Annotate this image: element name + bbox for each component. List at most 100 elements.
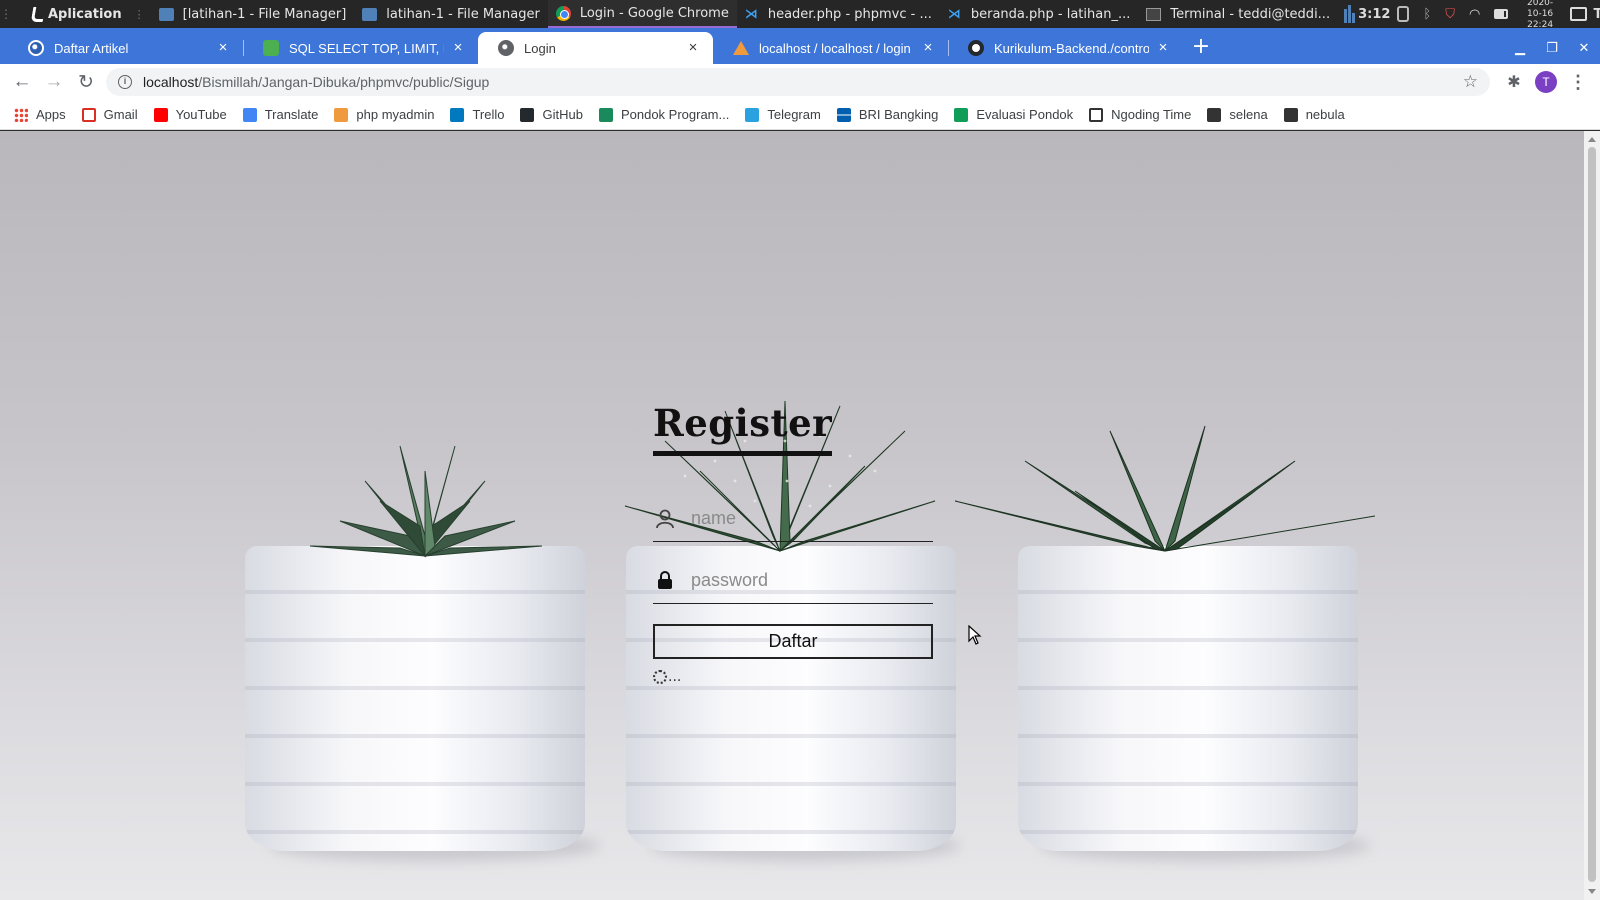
taskbar-window-button[interactable]: ⋊ beranda.php - latihan_... [940,0,1138,28]
bookmark-label: Pondok Program... [620,107,730,122]
close-tab-icon[interactable]: × [450,40,466,56]
chrome-icon [555,5,571,21]
extensions-puzzle-icon[interactable]: ✱ [1498,72,1530,92]
scrollbar-thumb[interactable] [1588,147,1596,882]
wifi-icon[interactable]: ◠ [1469,7,1480,22]
taskbar-window-button[interactable]: Terminal - teddi@teddi... [1138,0,1338,28]
w3schools-icon [263,40,279,56]
close-window-icon[interactable]: ✕ [1568,41,1600,56]
bookmark-item[interactable]: GitHub [520,107,583,122]
bookmark-label: Gmail [103,107,138,122]
plant-pot-left [245,546,585,851]
sheets-icon [954,107,969,122]
browser-toolbar: ← → ↻ i localhost/Bismillah/Jangan-Dibuk… [0,64,1600,100]
taskbar-window-label: Login - Google Chrome [579,5,729,21]
url-host: localhost [143,74,199,90]
close-tab-icon[interactable]: × [215,40,231,56]
tab-title: Login [524,40,556,56]
bookmark-item[interactable]: selena [1207,107,1268,122]
browser-tab[interactable]: Daftar Artikel × [8,32,243,64]
register-form: Register Daftar ... [653,401,933,685]
bookmark-item[interactable]: Translate [242,107,319,122]
password-input[interactable] [691,570,933,591]
taskbar-window-label: latihan-1 - File Manager [386,6,540,22]
window-controls: ▁ ❐ ✕ [1504,32,1600,64]
folder-icon [158,7,174,21]
bookmark-item[interactable]: php myadmin [334,107,434,122]
bookmark-label: selena [1229,107,1268,122]
os-top-panel: ⋮ Aplication ⋮ [latihan-1 - File Manager… [0,0,1600,31]
bookmark-item[interactable]: YouTube [153,107,227,122]
gmail-icon [81,107,96,122]
close-tab-icon[interactable]: × [1155,40,1171,56]
bookmark-item[interactable]: Trello [450,107,504,122]
profile-button[interactable]: T [1530,71,1562,93]
bookmark-item[interactable]: Ngoding Time [1089,107,1191,122]
lock-icon [653,571,677,590]
page-scrollbar[interactable] [1584,131,1600,900]
more-menu-icon[interactable]: ⋮ [1562,72,1594,93]
mouse-cursor-icon [968,625,982,645]
taskbar-window-button[interactable]: ⋊ header.php - phpmvc - ... [737,0,940,28]
browser-tab[interactable]: Kurikulum-Backend./controllers × [948,32,1183,64]
close-tab-icon[interactable]: × [685,40,701,56]
bookmark-star-icon[interactable]: ☆ [1463,72,1478,92]
bluetooth-icon[interactable]: ᛒ [1423,7,1431,22]
user-menu[interactable]: Teddi [1570,7,1600,22]
globe-icon [498,40,514,56]
tabs: Daftar Artikel×SQL SELECT TOP, LIMIT, RO… [0,32,1183,64]
translate-icon [242,107,257,122]
taskbar-window-button[interactable]: Login - Google Chrome [547,0,737,28]
bookmark-item[interactable]: Evaluasi Pondok [954,107,1073,122]
site-info-icon[interactable]: i [118,75,132,89]
clipboard-icon[interactable] [1397,6,1410,22]
scroll-up-icon[interactable] [1588,137,1596,142]
shield-icon[interactable]: ⛉ [1445,7,1455,22]
browser-tab[interactable]: Login × [478,32,713,64]
name-input[interactable] [691,508,933,529]
bookmark-item[interactable]: Gmail [81,107,138,122]
globe-icon [1283,107,1298,122]
bookmark-label: GitHub [542,107,583,122]
browser-tab[interactable]: SQL SELECT TOP, LIMIT, ROWNUM × [243,32,478,64]
bookmark-item[interactable]: Apps [14,107,66,122]
bookmark-item[interactable]: nebula [1283,107,1345,122]
forward-arrow-icon[interactable]: → [38,66,70,98]
register-submit-button[interactable]: Daftar [653,624,933,659]
clock[interactable]: 2020-10-16 22:24 [1523,0,1558,31]
telegram-icon [745,107,760,122]
close-tab-icon[interactable]: × [920,40,936,56]
reload-icon[interactable]: ↻ [70,66,102,98]
bookmark-label: php myadmin [356,107,435,122]
plant-pot-right [1018,546,1358,851]
tab-strip: Daftar Artikel×SQL SELECT TOP, LIMIT, RO… [0,28,1600,64]
register-title: Register [653,401,833,456]
restore-icon[interactable]: ❐ [1536,41,1568,56]
phpmyadmin-icon [334,107,349,122]
clock-date: 2020-10-16 [1527,0,1554,19]
taskbar-window-button[interactable]: [latihan-1 - File Manager] [151,0,355,28]
succulent-right-image [955,425,1375,552]
bookmark-item[interactable]: Telegram [745,107,821,122]
bookmark-label: Translate [264,107,319,122]
youtube-icon [153,107,168,122]
minimize-icon[interactable]: ▁ [1504,41,1536,56]
app-menu[interactable]: Aplication [48,7,122,22]
tab-title: SQL SELECT TOP, LIMIT, ROWNUM [289,40,444,56]
browser-tab[interactable]: localhost / localhost / login / ... × [713,32,948,64]
taskbar-window-label: Terminal - teddi@teddi... [1170,6,1331,22]
cpu-graph-icon [1344,5,1356,23]
tab-title: Kurikulum-Backend./controllers [994,40,1149,56]
back-arrow-icon[interactable]: ← [6,66,38,98]
bookmark-item[interactable]: Pondok Program... [598,107,730,122]
password-field [653,558,933,604]
battery-icon[interactable] [1494,9,1508,19]
github-icon [520,107,535,122]
bookmark-label: BRI Bangking [858,107,939,122]
bookmark-item[interactable]: BRI Bangking [836,107,939,122]
scroll-down-icon[interactable] [1588,889,1596,894]
address-bar[interactable]: i localhost/Bismillah/Jangan-Dibuka/phpm… [106,68,1490,96]
new-tab-button[interactable]: + [1183,32,1219,64]
taskbar-window-button[interactable]: latihan-1 - File Manager [354,0,548,28]
page-viewport: Register Daftar ... [0,131,1584,900]
